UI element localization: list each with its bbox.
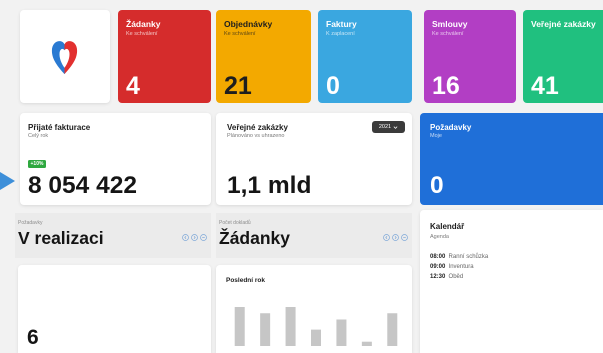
chevron-down-icon [393,125,398,129]
bar-chart [234,307,398,346]
agenda-time: 12:30 [430,274,446,280]
year-select-value: 2021 [378,124,392,130]
bar [387,313,398,346]
agenda-item[interactable]: 12:30 Oběd [430,274,463,280]
tile-objednavky[interactable]: Objednávky Ke schválení 21 [216,10,311,103]
tile-subtitle: Ke schválení [432,31,464,37]
bar [260,313,271,346]
circle-chevron-left-icon[interactable] [383,234,390,241]
invoices-card[interactable]: Přijaté fakturace Celý rok +10% 8 054 42… [20,113,211,205]
tile-subtitle: Ke schválení [126,31,158,37]
tile-smlouvy[interactable]: Smlouvy Ke schválení 16 [424,10,516,103]
tile-value: 4 [126,72,140,100]
tile-verejne-zakazky[interactable]: Veřejné zakázky 41 [523,10,603,103]
logo-tile [20,10,110,103]
card-subtitle: Agenda [430,234,449,240]
agenda-time: 09:00 [430,264,446,270]
circle-chevron-right-icon[interactable] [392,234,399,241]
card-value: 0 [430,172,444,199]
tile-title: Smlouvy [432,19,468,29]
agenda-time: 08:00 [430,254,446,260]
tile-title: Veřejné zakázky [531,19,596,29]
circle-minus-icon[interactable] [200,234,207,241]
calendar-card[interactable]: Kalendář Agenda 08:00 Ranní schůzka 09:0… [420,210,603,353]
in-progress-count: 6 [27,326,39,349]
bar [361,341,372,346]
agenda-item[interactable]: 09:00 Inventura [430,264,474,270]
circle-chevron-right-icon[interactable] [191,234,198,241]
tile-faktury[interactable]: Faktury K zaplacení 0 [318,10,412,103]
bar [285,307,296,346]
bar [311,329,321,346]
tile-value: 41 [531,72,559,100]
agenda-item[interactable]: 08:00 Ranní schůzka [430,254,488,260]
tile-title: Faktury [326,19,357,29]
documents-chart-card[interactable]: Poslední rok [216,265,412,353]
tile-zadanky[interactable]: Žádanky Ke schválení 4 [118,10,211,103]
tile-subtitle: K zaplacení [326,31,355,37]
agenda-text: Inventura [448,264,474,270]
tile-value: 21 [224,72,252,100]
tile-value: 0 [326,72,340,100]
circle-minus-icon[interactable] [401,234,408,241]
section-title: Žádanky [219,228,290,248]
agenda-text: Oběd [448,274,464,280]
section-title: V realizaci [18,228,104,248]
chart-title: Poslední rok [226,277,266,284]
circle-chevron-left-icon[interactable] [182,234,189,241]
in-progress-card[interactable]: 6 [18,265,211,353]
year-select[interactable]: 2021 [372,121,405,133]
section-header-documents: Počet dokladů Žádanky [216,213,412,258]
card-title: Požadavky [430,123,472,132]
tile-title: Žádanky [126,19,161,29]
section-label: Počet dokladů [219,220,251,226]
requests-card[interactable]: Požadavky Moje 0 [420,113,603,205]
card-title: Přijaté fakturace [28,123,91,132]
card-subtitle: Celý rok [28,133,49,139]
bar [234,307,245,346]
card-value: 8 054 422 [28,172,137,199]
bar [336,319,347,346]
tile-title: Objednávky [224,19,273,29]
card-title: Veřejné zakázky [227,123,288,132]
sidebar-toggle-arrow-icon[interactable] [0,172,15,190]
tile-value: 16 [432,72,460,100]
card-subtitle: Plánováno vs uhrazeno [227,133,285,139]
section-controls [182,234,207,241]
heart-logo-icon [51,41,78,75]
card-subtitle: Moje [430,133,442,139]
section-controls [383,234,408,241]
tile-subtitle: Ke schválení [224,31,256,37]
section-label: Požadavky [18,220,43,226]
section-header-in-progress: Požadavky V realizaci [15,213,211,258]
card-value: 1,1 mld [227,172,312,199]
card-title: Kalendář [430,222,465,231]
trend-badge: +10% [28,160,46,168]
tenders-card[interactable]: Veřejné zakázky Plánováno vs uhrazeno 20… [216,113,412,205]
agenda-text: Ranní schůzka [448,254,489,260]
